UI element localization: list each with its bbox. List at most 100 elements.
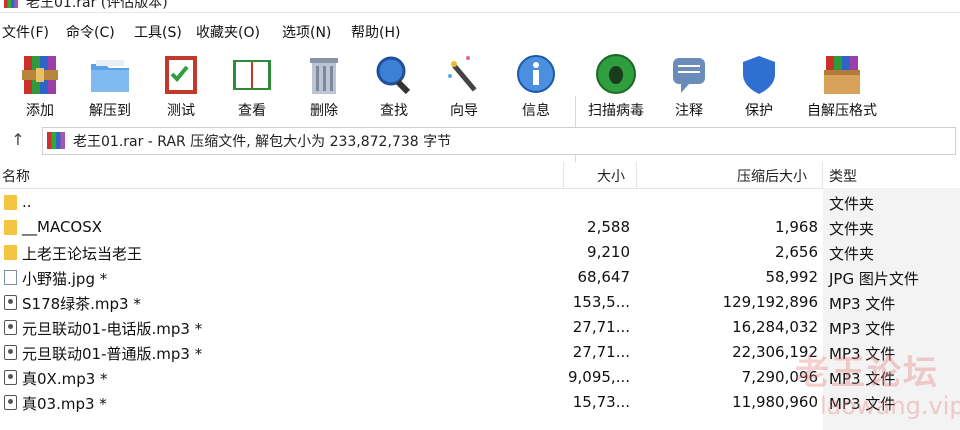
info-button[interactable]: 信息	[504, 46, 568, 122]
file-name: 小野猫.jpg *	[22, 270, 108, 288]
extract-to-label: 解压到	[89, 103, 131, 119]
extract-to-button[interactable]: 解压到	[78, 46, 142, 122]
file-name: 元旦联动01-电话版.mp3 *	[22, 320, 203, 338]
file-size: 9,210	[587, 243, 630, 261]
address-bar: ↑ 老王01.rar - RAR 压缩文件, 解包大小为 233,872,738…	[0, 126, 960, 156]
list-header: 名称 大小 压缩后大小 类型	[0, 162, 960, 189]
find-button[interactable]: 查找	[362, 46, 426, 122]
view-button[interactable]: 查看	[220, 46, 284, 122]
menu-commands[interactable]: 命令(C)	[66, 22, 115, 42]
file-name: __MACOSX	[22, 218, 103, 236]
wizard-wand-icon	[448, 56, 477, 92]
address-text: 老王01.rar - RAR 压缩文件, 解包大小为 233,872,738 字…	[73, 134, 452, 150]
sfx-button[interactable]: 自解压格式	[798, 46, 886, 122]
file-packed-size: 58,992	[765, 268, 819, 286]
file-type: 文件夹	[829, 245, 875, 263]
column-packed[interactable]: 压缩后大小	[737, 166, 807, 186]
menu-options[interactable]: 选项(N)	[282, 22, 331, 42]
audio-file-icon	[4, 345, 17, 360]
file-size: 9,095,...	[567, 368, 630, 386]
title-bar: 老王01.rar (评估版本)	[0, 0, 960, 13]
file-size: 153,5...	[572, 293, 630, 311]
wizard-label: 向导	[450, 103, 478, 119]
file-packed-size: 1,968	[775, 218, 818, 236]
file-name: ..	[22, 193, 32, 211]
menu-tools[interactable]: 工具(S)	[134, 22, 182, 42]
file-type: 文件夹	[829, 195, 875, 213]
test-label: 测试	[167, 103, 195, 119]
table-row[interactable]: __MACOSX 2,588 1,968 文件夹	[0, 215, 960, 240]
file-name: 真0X.mp3 *	[22, 370, 108, 388]
column-divider[interactable]	[636, 162, 637, 188]
magnifier-icon	[376, 56, 411, 95]
folder-icon	[4, 220, 17, 235]
comment-icon	[673, 58, 705, 93]
column-divider[interactable]	[563, 162, 564, 188]
watermark-text: 老王论坛	[795, 353, 939, 393]
file-size: 27,71...	[572, 318, 630, 336]
rar-file-icon	[47, 132, 65, 149]
address-field[interactable]: 老王01.rar - RAR 压缩文件, 解包大小为 233,872,738 字…	[42, 127, 956, 155]
audio-file-icon	[4, 395, 17, 410]
audio-file-icon	[4, 295, 17, 310]
window-title: 老王01.rar (评估版本)	[26, 0, 168, 11]
watermark-url: laowang.vip	[820, 392, 960, 420]
folder-icon	[4, 245, 17, 260]
file-name: 真03.mp3 *	[22, 395, 107, 413]
file-name: 元旦联动01-普通版.mp3 *	[22, 345, 203, 363]
comment-label: 注释	[675, 103, 703, 119]
delete-button[interactable]: 删除	[292, 46, 356, 122]
file-type: MP3 文件	[829, 320, 896, 338]
column-divider[interactable]	[822, 162, 823, 188]
virus-scan-icon	[596, 54, 636, 94]
table-row[interactable]: .. 文件夹	[0, 190, 960, 215]
file-packed-size: 129,192,896	[722, 293, 818, 311]
file-packed-size: 16,284,032	[732, 318, 818, 336]
file-type: JPG 图片文件	[829, 270, 919, 288]
table-row[interactable]: S178绿茶.mp3 * 153,5... 129,192,896 MP3 文件	[0, 290, 960, 315]
file-type: MP3 文件	[829, 295, 896, 313]
delete-label: 删除	[310, 103, 338, 119]
file-type: 文件夹	[829, 220, 875, 238]
file-packed-size: 2,656	[775, 243, 818, 261]
menu-help[interactable]: 帮助(H)	[351, 22, 400, 42]
file-name: 上老王论坛当老王	[22, 245, 143, 263]
info-label: 信息	[522, 103, 550, 119]
view-book-icon	[233, 60, 271, 90]
menu-bar: 文件(F) 命令(C) 工具(S) 收藏夹(O) 选项(N) 帮助(H)	[0, 19, 960, 45]
extract-folder-icon	[91, 60, 129, 92]
file-name: S178绿茶.mp3 *	[22, 295, 141, 313]
menu-file[interactable]: 文件(F)	[2, 22, 49, 42]
file-packed-size: 11,980,960	[732, 393, 818, 411]
virus-scan-button[interactable]: 扫描病毒	[582, 46, 650, 122]
comment-button[interactable]: 注释	[658, 46, 720, 122]
virus-scan-label: 扫描病毒	[588, 103, 644, 119]
file-size: 15,73...	[572, 393, 630, 411]
add-archive-icon	[22, 56, 58, 94]
wizard-button[interactable]: 向导	[432, 46, 496, 122]
trash-icon	[310, 58, 338, 94]
add-button[interactable]: 添加	[8, 46, 72, 122]
folder-icon	[4, 195, 17, 210]
sfx-box-icon	[824, 56, 860, 94]
column-name[interactable]: 名称	[2, 166, 30, 186]
audio-file-icon	[4, 320, 17, 335]
up-arrow-icon[interactable]: ↑	[8, 130, 28, 150]
table-row[interactable]: 小野猫.jpg * 68,647 58,992 JPG 图片文件	[0, 265, 960, 290]
audio-file-icon	[4, 370, 17, 385]
add-label: 添加	[26, 103, 54, 119]
column-type[interactable]: 类型	[829, 166, 857, 186]
info-icon	[517, 55, 555, 93]
file-size: 27,71...	[572, 343, 630, 361]
table-row[interactable]: 上老王论坛当老王 9,210 2,656 文件夹	[0, 240, 960, 265]
shield-icon	[743, 56, 775, 94]
file-size: 2,588	[587, 218, 630, 236]
column-size[interactable]: 大小	[597, 166, 625, 186]
file-size: 68,647	[577, 268, 631, 286]
protect-button[interactable]: 保护	[728, 46, 790, 122]
view-label: 查看	[238, 103, 266, 119]
test-button[interactable]: 测试	[150, 46, 212, 122]
table-row[interactable]: 元旦联动01-电话版.mp3 * 27,71... 16,284,032 MP3 文件	[0, 315, 960, 340]
menu-favorites[interactable]: 收藏夹(O)	[196, 22, 260, 42]
winrar-app-icon	[4, 0, 18, 8]
